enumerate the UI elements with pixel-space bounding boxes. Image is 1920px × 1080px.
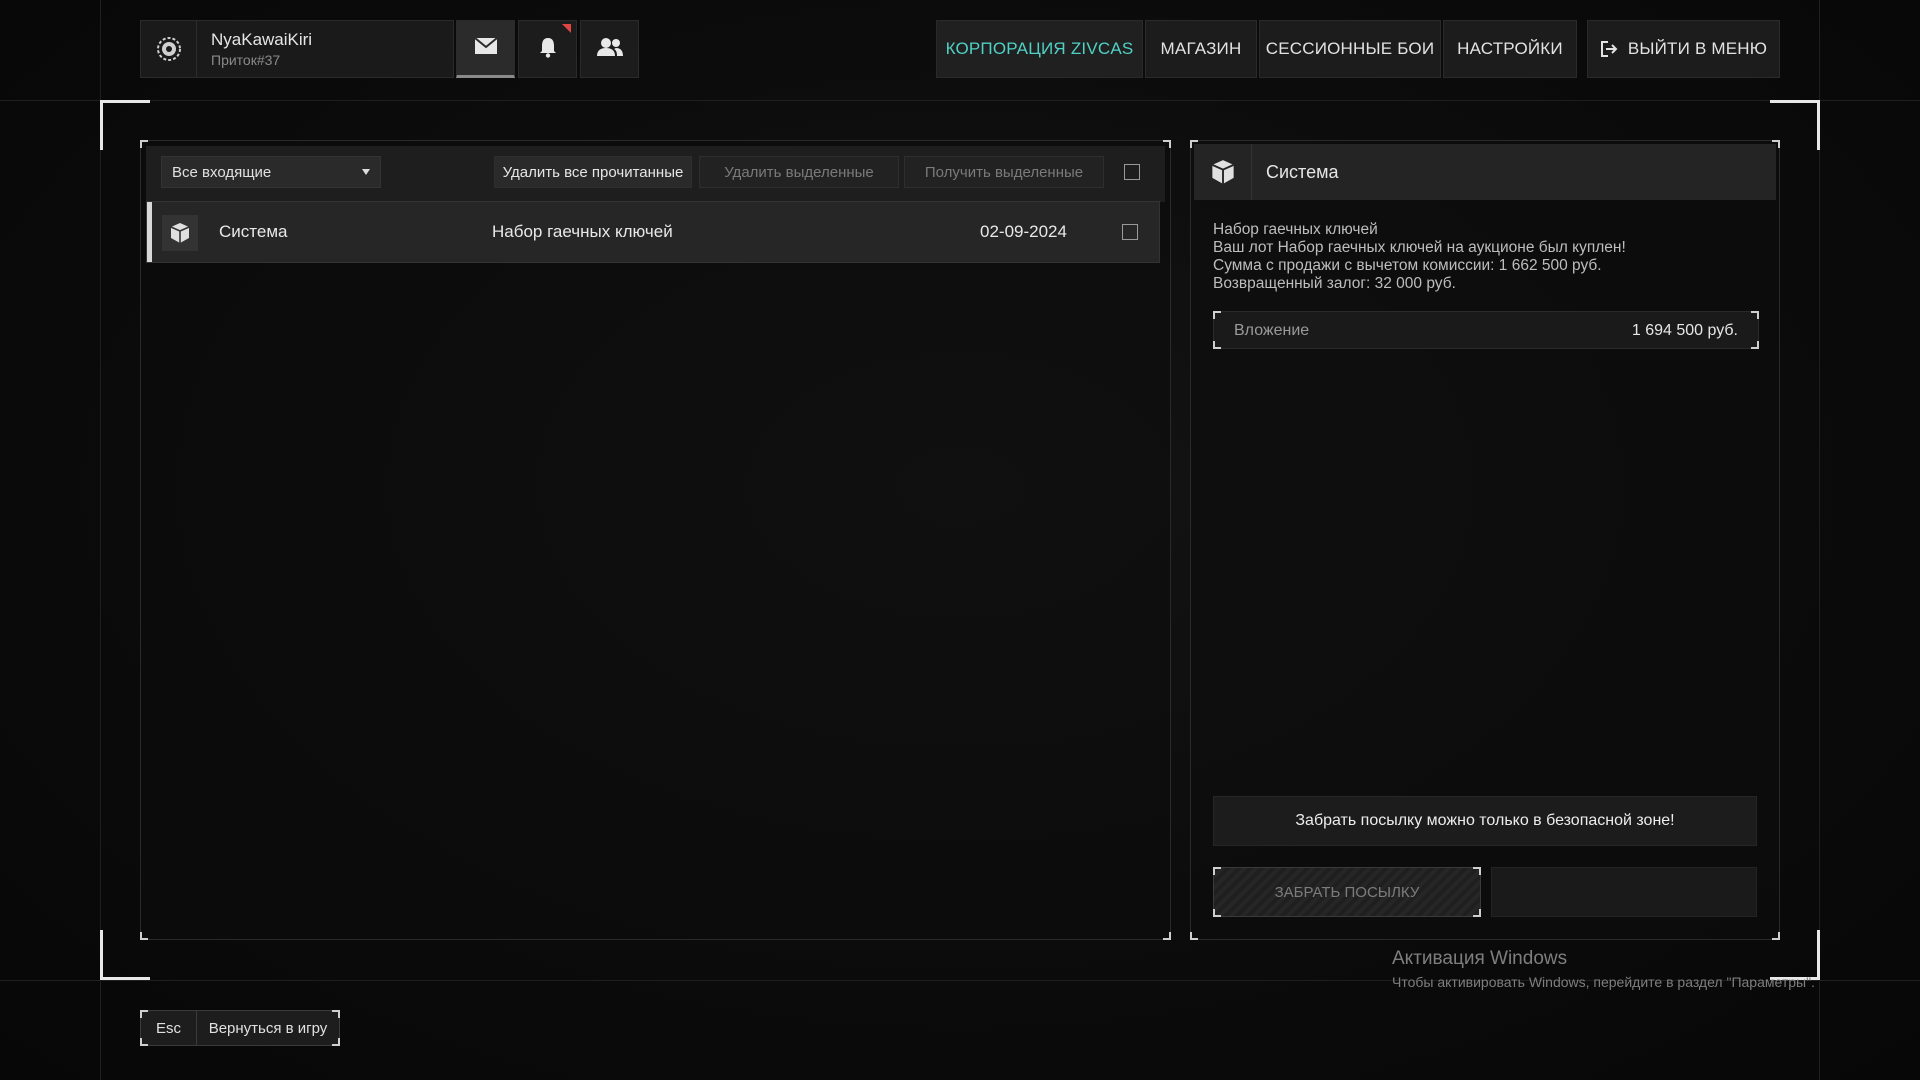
mail-body: Набор гаечных ключей Ваш лот Набор гаечн… [1213, 221, 1626, 293]
player-nickname: NyaKawaiKiri [211, 30, 313, 49]
nav-settings[interactable]: НАСТРОЙКИ [1443, 20, 1577, 78]
exit-to-menu-button[interactable]: ВЫЙТИ В МЕНЮ [1587, 20, 1780, 78]
mail-detail-panel: Система Набор гаечных ключей Ваш лот Наб… [1190, 140, 1780, 940]
mail-row-date: 02-09-2024 [980, 222, 1067, 241]
inbox-toolbar: Все входящие Удалить все прочитанные Уда… [146, 146, 1165, 202]
delete-selected-button[interactable]: Удалить выделенные [699, 156, 899, 188]
mail-detail-sender: Система [1266, 161, 1339, 182]
friends-button[interactable] [580, 20, 639, 78]
gear-emblem-icon [141, 21, 197, 77]
mail-row[interactable]: Система Набор гаечных ключей 02-09-2024 [146, 201, 1160, 263]
player-tag: Приток#37 [211, 52, 281, 68]
mail-body-line: Возвращенный залог: 32 000 руб. [1213, 275, 1456, 292]
attachment-label: Вложение [1234, 322, 1310, 339]
exit-label: ВЫЙТИ В МЕНЮ [1627, 39, 1768, 58]
mail-row-sender: Система [219, 222, 288, 241]
inbox-filter-value: Все входящие [172, 163, 272, 181]
windows-activation-watermark: Активация Windows Чтобы активировать Win… [1392, 948, 1815, 990]
mail-body-line: Набор гаечных ключей [1213, 221, 1378, 238]
selection-indicator [147, 202, 152, 262]
package-icon [1194, 144, 1252, 200]
mail-body-line: Сумма с продажи с вычетом комиссии: 1 66… [1213, 257, 1602, 274]
notification-badge [562, 24, 571, 33]
mail-detail-header: Система [1194, 144, 1776, 200]
nav-session-battles[interactable]: СЕССИОННЫЕ БОИ [1259, 20, 1441, 78]
mail-row-checkbox[interactable] [1122, 224, 1138, 240]
nav-corporation[interactable]: КОРПОРАЦИЯ ZIVCAS [936, 20, 1143, 78]
profile-card[interactable]: NyaKawaiKiri Приток#37 [140, 20, 454, 78]
notifications-button[interactable] [518, 20, 577, 78]
attachment-value: 1 694 500 руб. [1631, 322, 1738, 339]
mail-body-line: Ваш лот Набор гаечных ключей на аукционе… [1213, 239, 1626, 256]
inbox-filter-select[interactable]: Все входящие [161, 156, 381, 188]
watermark-title: Активация Windows [1392, 948, 1568, 969]
receive-selected-button[interactable]: Получить выделенные [904, 156, 1104, 188]
package-icon [162, 215, 198, 251]
mail-icon [473, 36, 498, 60]
watermark-text: Чтобы активировать Windows, перейдите в … [1392, 974, 1815, 990]
inbox-panel: Все входящие Удалить все прочитанные Уда… [140, 140, 1171, 940]
esc-key-hint: Esc [141, 1011, 197, 1045]
dropdown-arrow-icon [362, 169, 370, 175]
delete-read-button[interactable]: Удалить все прочитанные [494, 156, 692, 188]
empty-button-slot [1491, 867, 1757, 917]
back-to-game-button[interactable]: Esc Вернуться в игру [140, 1010, 340, 1046]
safe-zone-notice: Забрать посылку можно только в безопасно… [1213, 796, 1757, 846]
bell-icon [538, 36, 558, 63]
select-all-checkbox[interactable] [1124, 164, 1140, 180]
exit-icon [1600, 40, 1618, 58]
users-icon [596, 37, 624, 62]
take-package-button[interactable]: ЗАБРАТЬ ПОСЫЛКУ [1213, 867, 1481, 917]
mail-row-subject: Набор гаечных ключей [492, 222, 673, 241]
take-package-label: ЗАБРАТЬ ПОСЫЛКУ [1274, 883, 1420, 901]
mail-button[interactable] [456, 20, 515, 78]
attachment-box: Вложение 1 694 500 руб. [1213, 311, 1759, 349]
nav-shop[interactable]: МАГАЗИН [1145, 20, 1257, 78]
back-to-game-label: Вернуться в игру [208, 1019, 328, 1037]
